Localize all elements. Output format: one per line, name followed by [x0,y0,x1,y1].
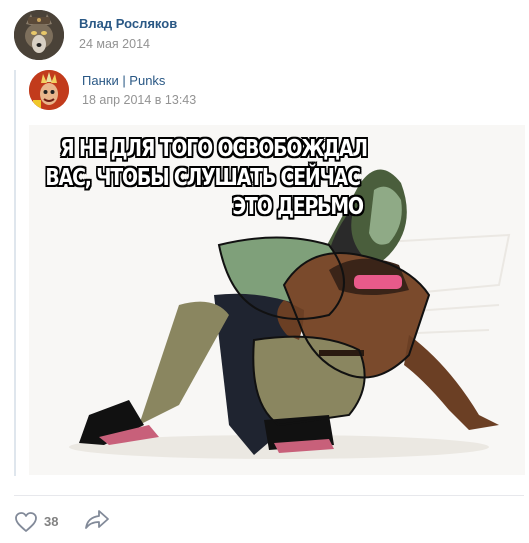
post-actions: 38 [14,508,110,535]
repost-header: Панки | Punks 18 апр 2014 в 13:43 [29,70,196,110]
post-author: Влад Росляков 24 мая 2014 [14,10,177,60]
heart-icon [15,511,37,532]
post-image[interactable]: Я НЕ ДЛЯ ТОГО ОСВОБОЖДАЛ ВАС, ЧТОБЫ СЛУШ… [29,125,525,475]
author-meta: Влад Росляков 24 мая 2014 [79,16,177,60]
share-button[interactable] [84,508,110,535]
wolf-avatar-icon [14,10,64,60]
meme-caption-line-1: Я НЕ ДЛЯ ТОГО ОСВОБОЖДАЛ [60,136,368,162]
repost-block: Панки | Punks 18 апр 2014 в 13:43 Я НЕ Д… [14,70,525,476]
like-button[interactable]: 38 [14,511,58,533]
share-arrow-icon [85,510,110,529]
author-avatar[interactable] [14,10,64,60]
punk-avatar-icon [29,70,69,110]
repost-meta: Панки | Punks 18 апр 2014 в 13:43 [82,73,196,110]
repost-source-link[interactable]: Панки | Punks [82,73,196,89]
like-count: 38 [44,514,59,529]
repost-date[interactable]: 18 апр 2014 в 13:43 [82,92,196,108]
meme-caption-line-3: ЭТО ДЕРЬМО [232,194,364,220]
repost-avatar[interactable] [29,70,69,110]
post-date[interactable]: 24 мая 2014 [79,36,177,52]
post-divider [14,495,524,496]
meme-caption-line-2: ВАС, ЧТОБЫ СЛУШАТЬ СЕЙЧАС [45,165,361,191]
wall-post: Влад Росляков 24 мая 2014 Панки | Punks … [0,0,529,543]
author-name-link[interactable]: Влад Росляков [79,16,177,32]
